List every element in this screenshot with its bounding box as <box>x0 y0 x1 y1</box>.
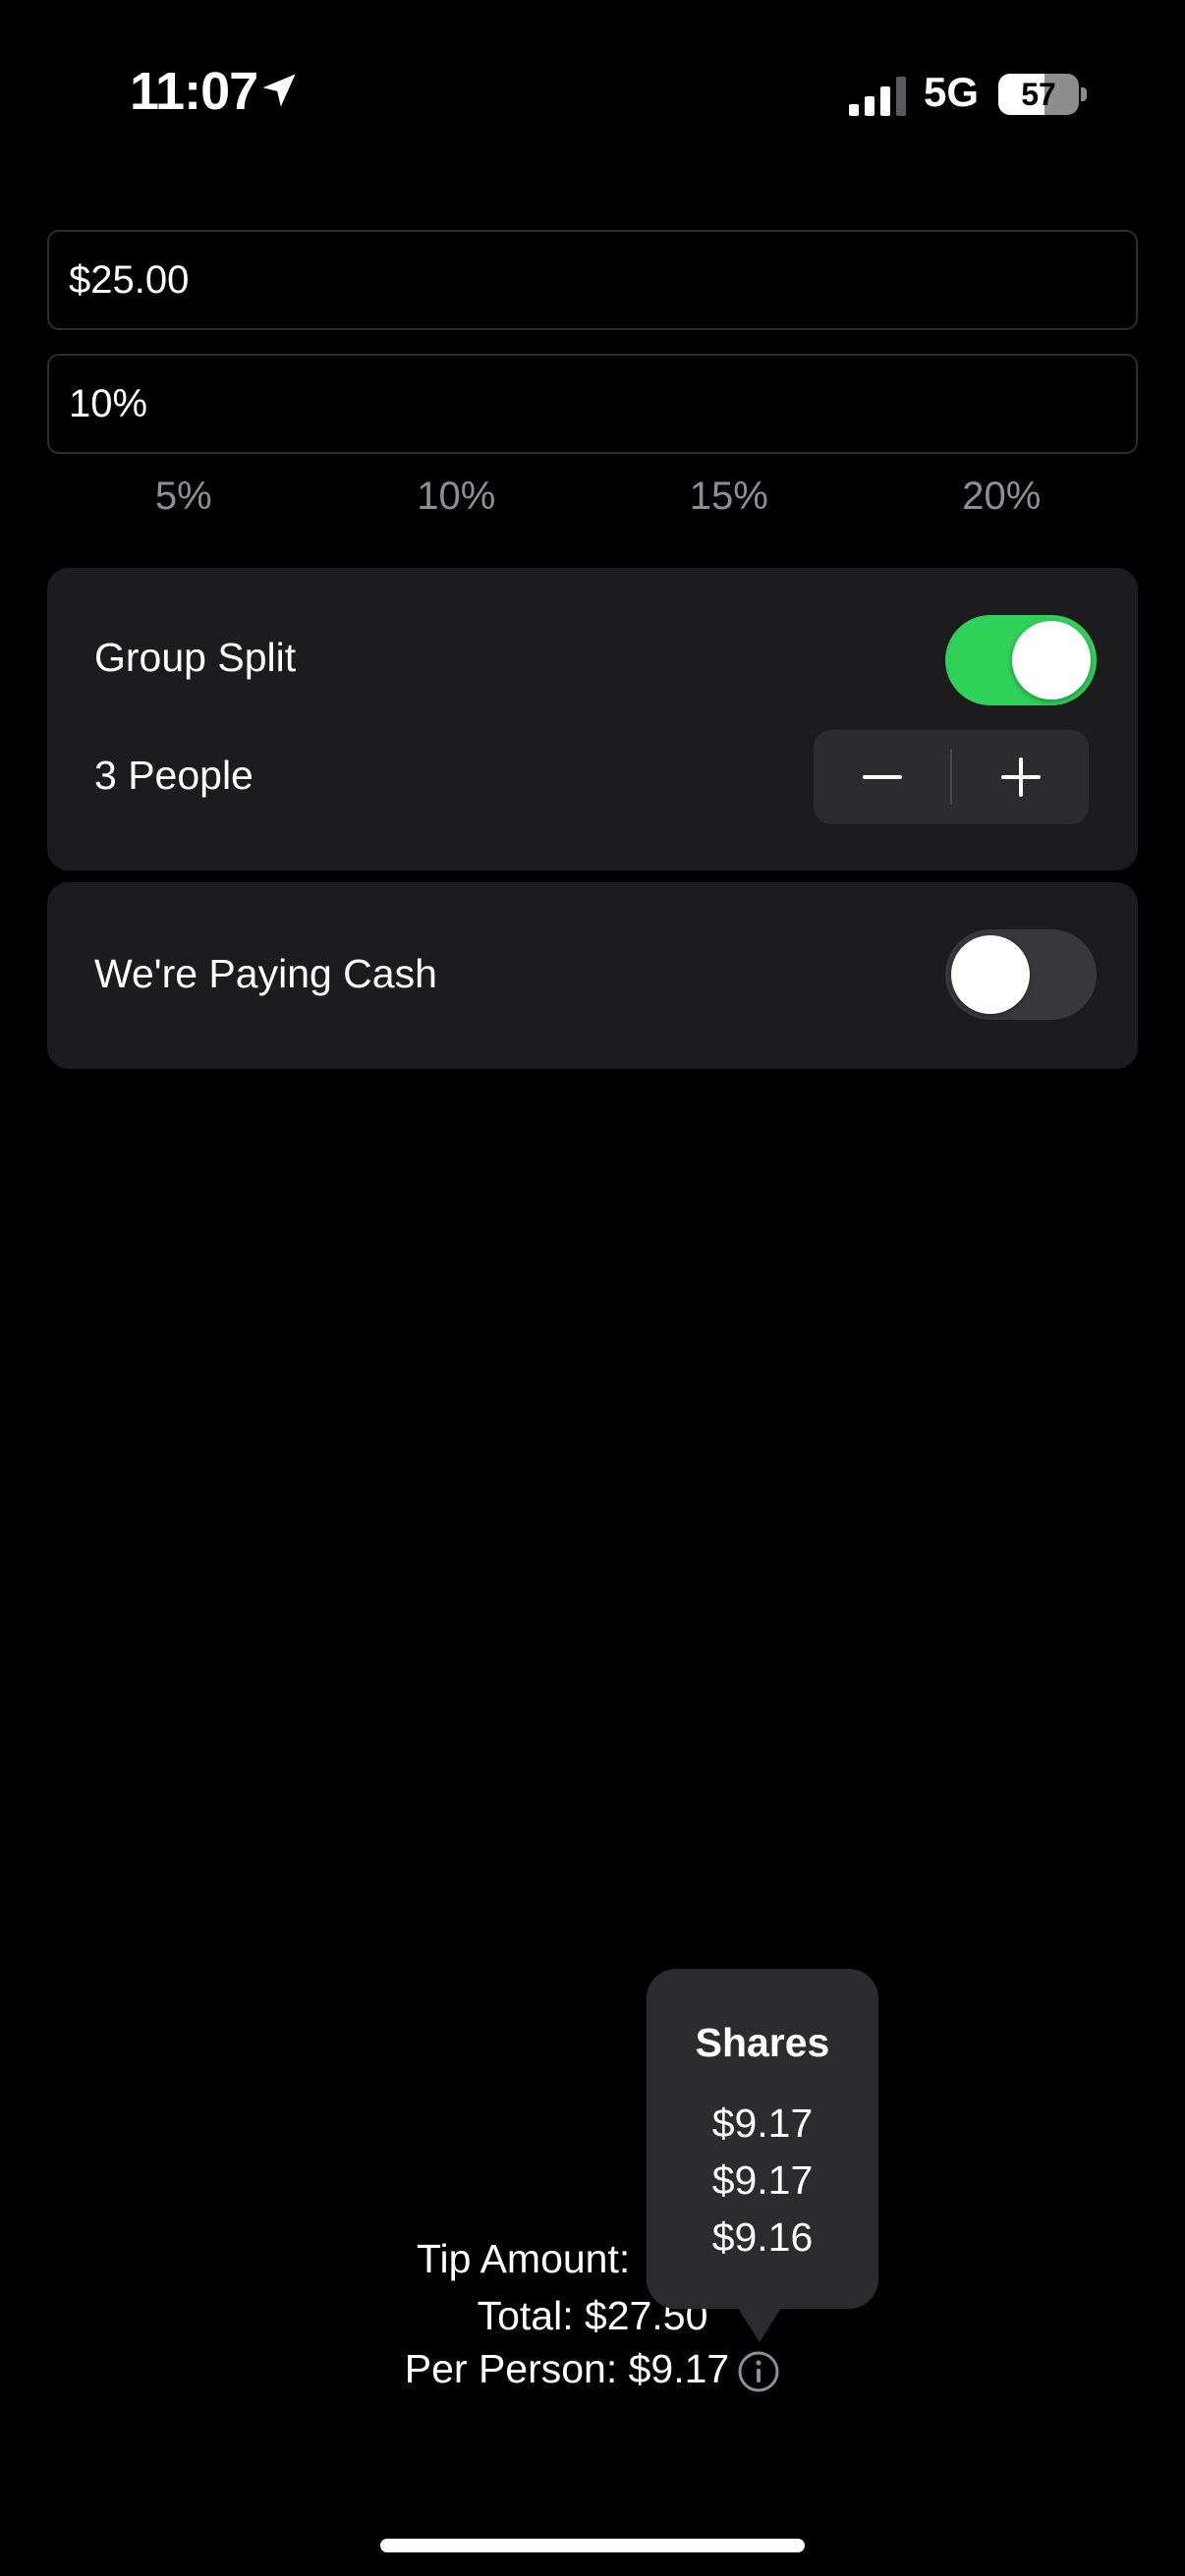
popover-title: Shares <box>695 2020 830 2065</box>
shares-popover: Shares $9.17 $9.17 $9.16 <box>647 1969 878 2309</box>
per-person-text: Per Person: $9.17 <box>404 2346 730 2391</box>
tip-preset-20[interactable]: 20% <box>866 462 1139 531</box>
tip-percent-input[interactable] <box>69 381 1136 426</box>
decrement-people-button[interactable] <box>814 730 950 824</box>
tip-preset-picker: 5% 10% 15% 20% <box>47 462 1138 531</box>
location-arrow-icon <box>262 74 296 107</box>
tip-preset-15[interactable]: 15% <box>592 462 866 531</box>
increment-people-button[interactable] <box>952 730 1089 824</box>
tip-percent-field[interactable] <box>47 354 1138 454</box>
people-stepper <box>814 730 1089 824</box>
paying-cash-card: We're Paying Cash <box>47 882 1138 1069</box>
status-bar: 11:07 5G 57 <box>0 0 1185 196</box>
plus-icon <box>1000 757 1041 797</box>
network-type-label: 5G <box>924 69 980 115</box>
shares-list: $9.17 $9.17 $9.16 <box>647 2095 878 2266</box>
group-split-toggle[interactable] <box>945 615 1097 705</box>
tip-preset-5[interactable]: 5% <box>47 462 320 531</box>
share-value: $9.17 <box>711 2100 814 2146</box>
bill-amount-input[interactable] <box>69 257 1136 303</box>
group-split-card: Group Split 3 People <box>47 568 1138 870</box>
people-count-label: 3 People <box>94 753 254 798</box>
status-time: 11:07 <box>130 62 258 121</box>
battery-percent: 57 <box>1021 77 1056 112</box>
minus-icon <box>862 775 902 779</box>
cellular-signal-icon <box>849 77 906 116</box>
popover-arrow <box>736 2305 783 2342</box>
share-value: $9.17 <box>711 2157 814 2203</box>
per-person-row: Per Person: $9.17 <box>0 2346 1185 2393</box>
info-icon[interactable] <box>737 2350 780 2393</box>
share-value: $9.16 <box>711 2214 814 2260</box>
toggle-knob <box>951 935 1030 1014</box>
total-text: Total: $27.50 <box>477 2293 708 2338</box>
tip-preset-10[interactable]: 10% <box>320 462 593 531</box>
home-indicator[interactable] <box>380 2539 805 2552</box>
group-split-label: Group Split <box>94 635 297 680</box>
tip-calculator-screen: 11:07 5G 57 5% 10% 15% 20% Group Split <box>0 0 1185 2576</box>
battery-icon: 57 <box>998 74 1079 115</box>
bill-amount-field[interactable] <box>47 230 1138 330</box>
paying-cash-label: We're Paying Cash <box>94 951 437 996</box>
battery-nub <box>1081 87 1087 101</box>
paying-cash-toggle[interactable] <box>945 929 1097 1020</box>
tip-amount-text: Tip Amount: <box>417 2236 631 2281</box>
toggle-knob <box>1012 621 1091 700</box>
